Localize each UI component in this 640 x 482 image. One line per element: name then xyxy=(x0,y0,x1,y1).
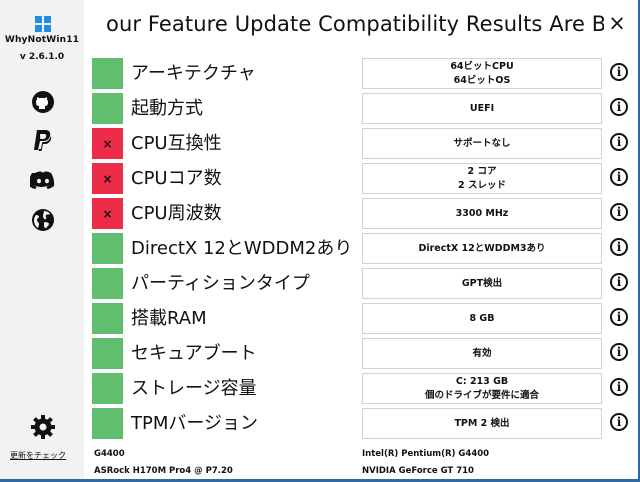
info-icon[interactable]: i xyxy=(610,63,628,81)
check-value-box: 8 GB xyxy=(362,303,602,334)
discord-icon[interactable] xyxy=(30,168,56,194)
check-value-line: DirectX 12とWDDM3あり xyxy=(418,242,546,254)
info-icon[interactable]: i xyxy=(610,343,628,361)
info-icon[interactable]: i xyxy=(610,308,628,326)
result-row: ストレージ容量 C: 213 GB 個のドライブが要件に適合 i xyxy=(92,373,638,404)
footer-board: ASRock H170M Pro4 @ P7.20 xyxy=(94,466,233,476)
check-value-line: C: 213 GB xyxy=(455,375,509,387)
status-fail-indicator: × xyxy=(92,198,123,229)
check-label: DirectX 12とWDDM2あり xyxy=(131,238,353,259)
result-row: × CPUコア数 2 コア 2 スレッド i xyxy=(92,163,638,194)
status-pass-indicator xyxy=(92,93,123,124)
check-label: CPUコア数 xyxy=(131,168,222,189)
info-icon[interactable]: i xyxy=(610,378,628,396)
check-value-box: GPT検出 xyxy=(362,268,602,299)
check-value-box: C: 213 GB 個のドライブが要件に適合 xyxy=(362,373,602,404)
sidebar: WhyNotWin11 v 2.6.1.0 更新をチェック xyxy=(0,0,84,479)
check-label: CPU互換性 xyxy=(131,133,222,154)
check-value-line: 64ビットCPU xyxy=(450,60,514,72)
page-title: our Feature Update Compatibility Results… xyxy=(84,6,604,42)
result-row: 起動方式 UEFI i xyxy=(92,93,638,124)
paypal-icon[interactable] xyxy=(30,128,56,154)
windows-logo-icon xyxy=(35,16,51,32)
status-pass-indicator xyxy=(92,408,123,439)
status-pass-indicator xyxy=(92,373,123,404)
check-value-line: 2 コア xyxy=(467,165,497,177)
result-row: TPMバージョン TPM 2 検出 i xyxy=(92,408,638,439)
page-title-text: our Feature Update Compatibility Results… xyxy=(106,12,604,36)
info-icon[interactable]: i xyxy=(610,98,628,116)
info-icon[interactable]: i xyxy=(610,413,628,431)
check-value-line: サポートなし xyxy=(453,137,511,149)
check-label: CPU周波数 xyxy=(131,203,222,224)
result-row: × CPU互換性 サポートなし i xyxy=(92,128,638,159)
globe-icon[interactable] xyxy=(30,207,56,233)
check-label: パーティションタイプ xyxy=(131,273,310,294)
footer-cpu-full: Intel(R) Pentium(R) G4400 xyxy=(362,449,490,459)
check-label: 搭載RAM xyxy=(131,308,207,329)
check-value-line: UEFI xyxy=(469,102,495,114)
check-value-box: DirectX 12とWDDM3あり xyxy=(362,233,602,264)
status-fail-indicator: × xyxy=(92,128,123,159)
check-value-line: GPT検出 xyxy=(461,277,503,289)
status-pass-indicator xyxy=(92,268,123,299)
check-label: TPMバージョン xyxy=(131,413,259,434)
info-icon[interactable]: i xyxy=(610,273,628,291)
check-value-box: 64ビットCPU 64ビットOS xyxy=(362,58,602,89)
result-row: セキュアブート 有効 i xyxy=(92,338,638,369)
status-pass-indicator xyxy=(92,233,123,264)
footer-cpu-short: G4400 xyxy=(94,449,125,459)
info-icon[interactable]: i xyxy=(610,133,628,151)
result-row: DirectX 12とWDDM2あり DirectX 12とWDDM3あり i xyxy=(92,233,638,264)
check-value-line: 64ビットOS xyxy=(453,74,511,86)
check-value-box: UEFI xyxy=(362,93,602,124)
result-row: アーキテクチャ 64ビットCPU 64ビットOS i xyxy=(92,58,638,89)
result-row: × CPU周波数 3300 MHz i xyxy=(92,198,638,229)
update-check-link[interactable]: 更新をチェック xyxy=(10,450,66,461)
app-name: WhyNotWin11 xyxy=(4,35,80,45)
check-value-box: 有効 xyxy=(362,338,602,369)
check-value-line: TPM 2 検出 xyxy=(454,417,510,429)
check-value-line: 8 GB xyxy=(469,312,495,324)
check-label: 起動方式 xyxy=(131,98,203,119)
status-pass-indicator xyxy=(92,303,123,334)
check-value-box: サポートなし xyxy=(362,128,602,159)
check-label: ストレージ容量 xyxy=(131,378,257,399)
check-label: アーキテクチャ xyxy=(131,63,256,84)
check-value-box: TPM 2 検出 xyxy=(362,408,602,439)
check-value-line: 個のドライブが要件に適合 xyxy=(424,389,539,401)
app-version: v 2.6.1.0 xyxy=(19,52,65,62)
info-icon[interactable]: i xyxy=(610,203,628,221)
footer-gpu: NVIDIA GeForce GT 710 xyxy=(362,466,474,476)
info-icon[interactable]: i xyxy=(610,238,628,256)
gear-icon[interactable] xyxy=(30,414,56,440)
status-pass-indicator xyxy=(92,58,123,89)
info-icon[interactable]: i xyxy=(610,168,628,186)
check-value-line: 2 スレッド xyxy=(458,179,506,191)
close-button[interactable]: × xyxy=(606,12,628,34)
check-value-box: 2 コア 2 スレッド xyxy=(362,163,602,194)
status-pass-indicator xyxy=(92,338,123,369)
status-fail-indicator: × xyxy=(92,163,123,194)
check-value-box: 3300 MHz xyxy=(362,198,602,229)
check-value-line: 3300 MHz xyxy=(455,207,509,219)
result-row: 搭載RAM 8 GB i xyxy=(92,303,638,334)
check-value-line: 有効 xyxy=(472,347,492,359)
github-icon[interactable] xyxy=(30,89,56,115)
result-row: パーティションタイプ GPT検出 i xyxy=(92,268,638,299)
check-label: セキュアブート xyxy=(131,343,257,364)
